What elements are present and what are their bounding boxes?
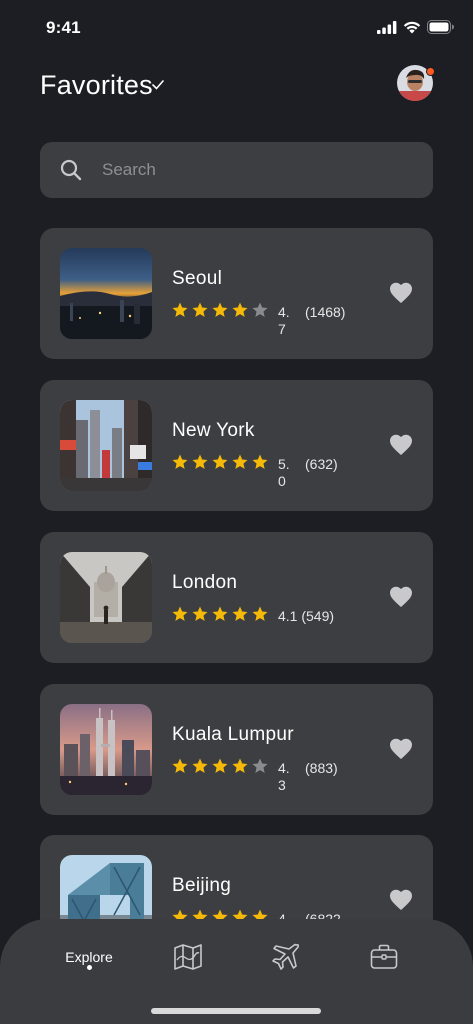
city-thumbnail	[60, 552, 152, 643]
city-thumbnail	[60, 248, 152, 339]
review-count: (883)	[305, 760, 338, 776]
star-rating	[171, 757, 269, 775]
city-name: Beijing	[172, 875, 232, 896]
star-rating	[171, 301, 269, 319]
rating-value: 5.0	[278, 456, 290, 489]
search-bar[interactable]	[40, 142, 433, 198]
heart-icon[interactable]	[389, 889, 413, 911]
star-filled-icon	[172, 606, 188, 621]
heart-icon[interactable]	[389, 282, 413, 304]
list-item[interactable]: New York 5.0 (632)	[40, 380, 433, 511]
page-title: Favorites	[40, 70, 153, 100]
star-empty-icon	[252, 302, 268, 317]
review-count: (632)	[305, 456, 338, 472]
tab-trips[interactable]	[366, 937, 402, 977]
star-filled-icon	[172, 302, 188, 317]
star-filled-icon	[252, 606, 268, 621]
header: Favorites	[40, 62, 435, 110]
heart-icon[interactable]	[389, 738, 413, 760]
review-count: (1468)	[305, 304, 346, 320]
rating-summary: 4.1 (549)	[278, 608, 334, 625]
rating-value: 4.7	[278, 304, 290, 337]
star-filled-icon	[192, 454, 208, 469]
status-time: 9:41	[46, 18, 81, 37]
star-filled-icon	[192, 302, 208, 317]
star-filled-icon	[172, 758, 188, 773]
notification-badge	[426, 67, 435, 76]
heart-icon[interactable]	[389, 434, 413, 456]
map-icon	[174, 944, 202, 970]
tab-flights[interactable]	[268, 937, 304, 977]
rating-value: 4.3	[278, 760, 290, 793]
star-filled-icon	[252, 454, 268, 469]
tab-explore-label: Explore	[65, 949, 113, 965]
city-name: London	[172, 572, 238, 593]
search-input[interactable]	[102, 160, 382, 180]
star-filled-icon	[192, 606, 208, 621]
star-filled-icon	[172, 454, 188, 469]
review-count: (549)	[301, 608, 335, 624]
rating-value: 4.1	[278, 608, 298, 624]
status-bar: 9:41	[0, 0, 473, 56]
home-indicator	[151, 1008, 321, 1014]
star-filled-icon	[212, 606, 228, 621]
active-tab-indicator	[87, 965, 92, 970]
tab-explore[interactable]: Explore	[58, 937, 120, 977]
city-name: Kuala Lumpur	[172, 724, 294, 745]
wifi-icon	[403, 21, 421, 33]
list-item[interactable]: Seoul 4.7 (1468)	[40, 228, 433, 359]
heart-icon[interactable]	[389, 586, 413, 608]
star-filled-icon	[232, 454, 248, 469]
avatar[interactable]	[397, 65, 435, 101]
city-thumbnail	[60, 400, 152, 491]
star-filled-icon	[232, 302, 248, 317]
star-filled-icon	[192, 758, 208, 773]
list-item[interactable]: Kuala Lumpur 4.3 (883)	[40, 684, 433, 815]
star-filled-icon	[232, 758, 248, 773]
star-filled-icon	[212, 302, 228, 317]
star-empty-icon	[252, 758, 268, 773]
star-filled-icon	[232, 606, 248, 621]
city-name: Seoul	[172, 268, 223, 289]
star-rating	[171, 453, 269, 471]
cellular-signal-icon	[377, 20, 397, 34]
checkmark-icon	[152, 80, 164, 90]
search-icon	[60, 159, 82, 181]
star-rating	[171, 605, 269, 623]
list-item[interactable]: London 4.1 (549)	[40, 532, 433, 663]
plane-icon	[272, 943, 300, 970]
status-icons	[377, 20, 455, 34]
battery-icon	[427, 20, 454, 34]
tab-map[interactable]	[170, 937, 206, 977]
star-filled-icon	[212, 758, 228, 773]
city-thumbnail	[60, 704, 152, 795]
city-name: New York	[172, 420, 255, 441]
briefcase-icon	[370, 944, 398, 969]
star-filled-icon	[212, 454, 228, 469]
